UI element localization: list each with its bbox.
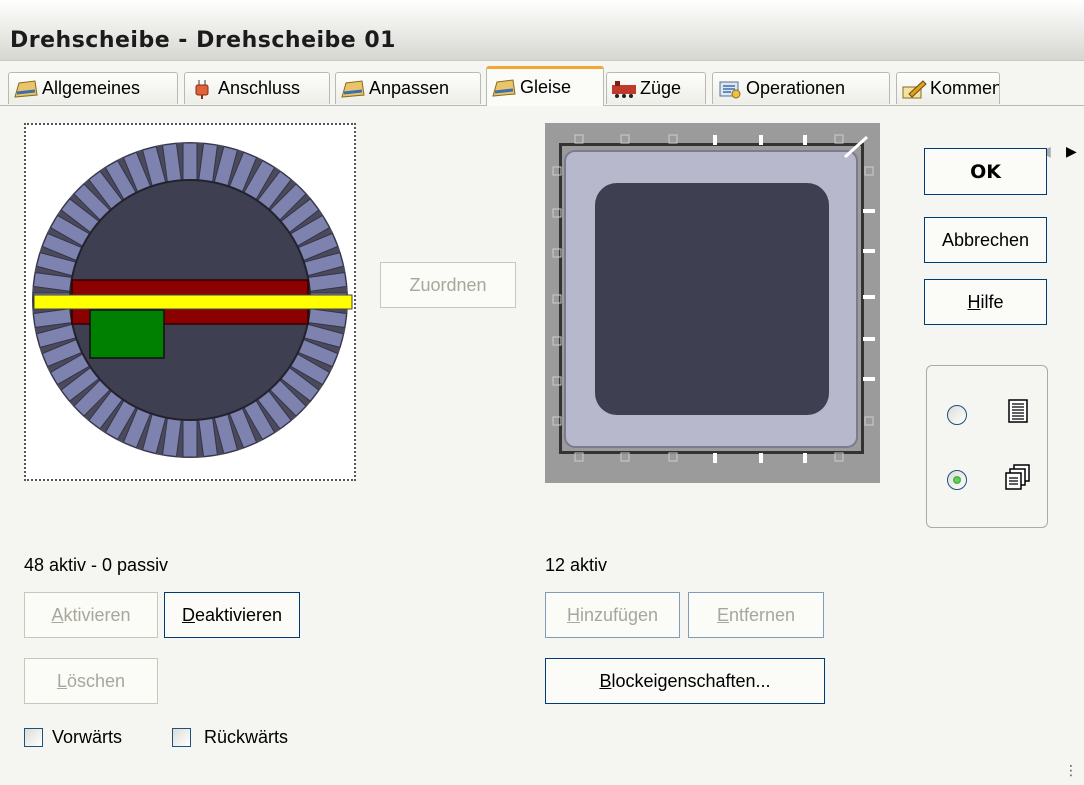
activate-label-rest: ktivieren [63,604,131,625]
turntable-track-stub [182,419,198,458]
help-label: H [967,291,981,312]
cancel-button[interactable]: Abbrechen [924,217,1047,263]
train-icon [612,80,636,98]
block-connector [759,453,763,463]
deactivate-label-rest: eaktivieren [194,604,283,625]
props-label-rest: lockeigenschaften... [611,670,771,691]
gear-icon [719,81,741,98]
delete-label-first: L [56,670,67,691]
remove-button[interactable]: Entfernen [688,592,824,638]
block-connector [863,377,875,381]
window-title: Drehscheibe - Drehscheibe 01 [10,28,396,53]
remove-label-rest: ntfernen [728,604,796,625]
block-diagram [545,123,880,483]
tab-label: Gleise [520,77,572,97]
tab-anpassen[interactable]: Anpassen [335,72,481,104]
turntable-rail [33,294,353,310]
turntable-cabin [89,309,165,359]
turntable-track-stub [182,142,198,181]
tab-anschluss[interactable]: Anschluss [184,72,330,104]
help-button[interactable]: Hilfe [924,279,1047,325]
cascade-icon [1005,464,1030,490]
dialog-window: Drehscheibe - Drehscheibe 01 Allgemeines… [0,0,1084,785]
forward-checkbox[interactable] [24,728,43,747]
tab-gleise[interactable]: Gleise [486,66,604,106]
block-connector [713,135,717,145]
block-connector [863,249,875,253]
tab-label: Anpassen [369,78,450,98]
resize-grip-icon[interactable]: ⋮ [1064,763,1078,779]
turntable-status: 48 aktiv - 0 passiv [24,555,169,575]
view-option-group [926,365,1048,528]
list-icon [1008,399,1028,423]
backward-label: Rückwärts [204,727,289,747]
activate-button[interactable]: Aktivieren [24,592,158,638]
activate-label-first: A [51,604,64,625]
turntable-preview[interactable] [24,123,356,481]
view-list-radio[interactable] [947,405,967,425]
deactivate-button[interactable]: Deaktivieren [164,592,300,638]
block-status: 12 aktiv [545,555,608,575]
delete-label-rest: öschen [66,670,126,691]
block-connector [759,135,763,145]
block-preview[interactable] [545,123,880,483]
deactivate-label-first: D [181,604,195,625]
view-cascade-radio[interactable] [947,470,967,490]
ok-button[interactable]: OK [924,148,1047,195]
help-label-rest: ilfe [980,291,1004,312]
radio-selected-dot [953,476,961,484]
block-connector [803,135,807,145]
props-label-first: B [599,670,612,691]
remove-label-first: E [716,604,729,625]
block-inner [595,183,829,415]
turntable-diagram [32,142,353,458]
tab-label: Operationen [746,78,846,98]
block-connector [803,453,807,463]
tab-label: Züge [640,78,682,98]
hat-icon [492,78,516,97]
block-border-top [559,143,864,146]
tab-label: Allgemeines [42,78,141,98]
add-label-rest: inzufügen [579,604,659,625]
block-connector [863,209,875,213]
block-connector [713,453,717,463]
pencil-icon [902,79,927,98]
block-properties-button[interactable]: Blockeigenschaften... [545,658,825,704]
block-connector [863,295,875,299]
plug-icon [195,79,209,99]
tab-label: Kommentar [930,78,999,98]
title-bar: Drehscheibe - Drehscheibe 01 [0,0,1084,61]
backward-checkbox[interactable] [172,728,191,747]
add-label-first: H [566,604,580,625]
hat-icon [341,79,365,98]
tab-label: Anschluss [218,78,301,98]
forward-label: Vorwärts [52,727,123,747]
block-border-bottom [559,451,864,454]
tab-strip: Allgemeines Anschluss Anpassen Gleise Zü… [0,66,1084,160]
delete-button[interactable]: Löschen [24,658,158,704]
tab-zuege[interactable]: Züge [606,72,706,104]
tab-operationen[interactable]: Operationen [712,72,890,104]
hat-icon [14,79,38,98]
tab-allgemeines[interactable]: Allgemeines [8,72,178,104]
assign-button[interactable]: Zuordnen [380,262,516,308]
tab-kommentar[interactable]: Kommentar [896,72,1000,104]
add-button[interactable]: Hinzufügen [545,592,680,638]
block-connector [863,337,875,341]
tab-scroll-right-icon[interactable]: ▶ [1066,144,1077,160]
